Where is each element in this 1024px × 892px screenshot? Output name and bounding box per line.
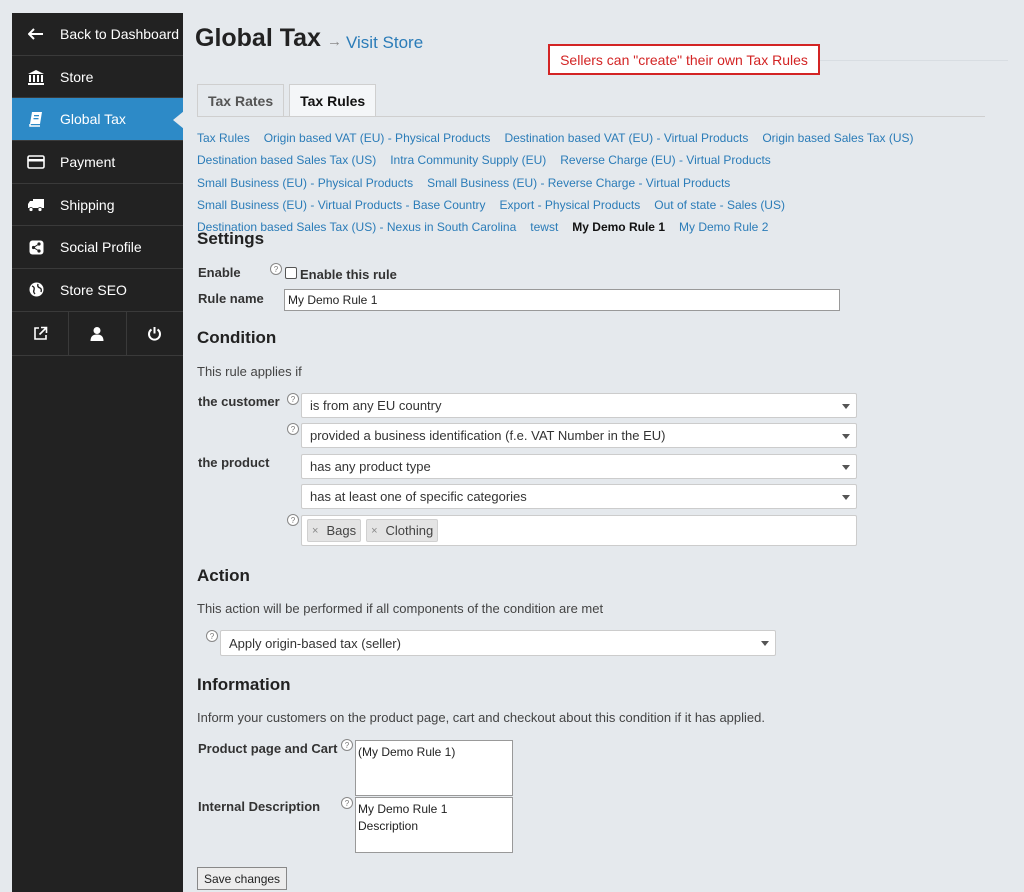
visit-store-link[interactable]: Visit Store	[346, 33, 423, 53]
condition-heading: Condition	[197, 328, 277, 347]
category-tag: × Bags	[307, 519, 362, 542]
rule-link[interactable]: Intra Community Supply (EU)	[390, 149, 546, 171]
rule-link[interactable]: Small Business (EU) - Reverse Charge - V…	[427, 172, 730, 194]
customer-business-id-select[interactable]: provided a business identification (f.e.…	[301, 423, 857, 448]
rule-link[interactable]: Reverse Charge (EU) - Virtual Products	[560, 149, 771, 171]
sidebar-item-store[interactable]: Store	[12, 56, 183, 99]
truck-icon	[12, 198, 60, 212]
sidebar-item-label: Store	[60, 68, 94, 85]
product-page-label: Product page and Cart	[198, 741, 338, 756]
action-select[interactable]: Apply origin-based tax (seller)	[220, 630, 776, 656]
category-tag: × Clothing	[366, 519, 439, 542]
rule-link[interactable]: Origin based Sales Tax (US)	[762, 127, 913, 149]
rule-link[interactable]: Origin based VAT (EU) - Physical Product…	[264, 127, 491, 149]
tag-label: Clothing	[385, 523, 434, 538]
rule-link[interactable]: Destination based Sales Tax (US)	[197, 149, 376, 171]
information-intro: Inform your customers on the product pag…	[197, 710, 765, 725]
sidebar-item-store-seo[interactable]: Store SEO	[12, 269, 183, 312]
internal-description-textarea[interactable]: My Demo Rule 1 Description	[355, 797, 513, 853]
tab-divider	[197, 116, 985, 117]
settings-heading: Settings	[197, 229, 265, 248]
globe-icon	[12, 282, 60, 297]
sidebar-item-payment[interactable]: Payment	[12, 141, 183, 184]
tab-tax-rules[interactable]: Tax Rules	[289, 84, 377, 117]
rule-name-label: Rule name	[198, 291, 264, 306]
remove-tag-icon[interactable]: ×	[312, 525, 318, 537]
book-icon	[12, 111, 60, 127]
action-intro: This action will be performed if all com…	[197, 601, 604, 616]
help-icon[interactable]: ?	[270, 263, 282, 275]
sidebar-item-label: Payment	[60, 153, 116, 170]
sidebar-item-label: Shipping	[60, 196, 115, 213]
rule-link[interactable]: Small Business (EU) - Virtual Products -…	[197, 194, 486, 216]
sidebar-item-label: Back to Dashboard	[60, 25, 180, 42]
tag-label: Bags	[326, 523, 357, 538]
rule-link-current[interactable]: My Demo Rule 1	[572, 216, 665, 238]
customer-country-select[interactable]: is from any EU country	[301, 393, 857, 418]
save-changes-button[interactable]: Save changes	[197, 867, 288, 890]
chevron-down-icon	[842, 433, 850, 439]
help-icon[interactable]: ?	[287, 393, 299, 405]
rule-link[interactable]: Tax Rules	[197, 127, 250, 149]
select-value: has any product type	[310, 459, 431, 474]
chevron-down-icon	[842, 464, 850, 470]
sidebar-item-social-profile[interactable]: Social Profile	[12, 226, 183, 270]
rule-link[interactable]: Out of state - Sales (US)	[654, 194, 785, 216]
select-value: Apply origin-based tax (seller)	[229, 635, 401, 651]
sidebar-item-label: Social Profile	[60, 239, 142, 256]
help-icon[interactable]: ?	[287, 514, 299, 526]
credit-card-icon	[12, 155, 60, 169]
action-heading: Action	[197, 566, 250, 585]
sidebar-item-label: Global Tax	[60, 111, 126, 128]
title-arrow-icon: →	[327, 33, 342, 50]
rule-link[interactable]: tewst	[530, 216, 558, 238]
rule-link[interactable]: Destination based VAT (EU) - Virtual Pro…	[504, 127, 748, 149]
help-icon[interactable]: ?	[287, 423, 299, 435]
external-link-icon[interactable]	[12, 311, 70, 355]
product-label: the product	[198, 455, 270, 470]
category-tags-input[interactable]: × Bags × Clothing	[301, 515, 857, 546]
enable-rule-checkbox[interactable]	[285, 267, 297, 279]
rule-link[interactable]: Small Business (EU) - Physical Products	[197, 172, 413, 194]
chevron-down-icon	[842, 403, 850, 409]
condition-intro: This rule applies if	[197, 364, 302, 379]
rule-links: Tax Rules Origin based VAT (EU) - Physica…	[197, 127, 987, 238]
sidebar-bottom-icons	[12, 311, 183, 356]
select-value: is from any EU country	[310, 398, 442, 413]
select-value: has at least one of specific categories	[310, 489, 527, 504]
help-icon[interactable]: ?	[341, 739, 353, 751]
select-value: provided a business identification (f.e.…	[310, 428, 666, 443]
remove-tag-icon[interactable]: ×	[371, 525, 377, 537]
product-page-textarea[interactable]: (My Demo Rule 1)	[355, 740, 513, 796]
sidebar-item-back-to-dashboard[interactable]: Back to Dashboard	[12, 13, 183, 56]
page-title: Global Tax	[195, 24, 321, 52]
product-type-select[interactable]: has any product type	[301, 454, 857, 479]
enable-checkbox-label: Enable this rule	[300, 267, 397, 282]
share-icon	[12, 240, 60, 255]
sidebar-item-global-tax[interactable]: Global Tax	[12, 98, 184, 142]
help-icon[interactable]: ?	[341, 797, 353, 809]
customer-label: the customer	[198, 394, 280, 409]
information-heading: Information	[197, 675, 291, 694]
sidebar-item-label: Store SEO	[60, 281, 127, 298]
rule-link[interactable]: Export - Physical Products	[500, 194, 641, 216]
bank-icon	[12, 69, 60, 85]
rule-name-input[interactable]: My Demo Rule 1	[284, 289, 840, 311]
sidebar-item-shipping[interactable]: Shipping	[12, 184, 183, 227]
tab-bar: Tax Rates Tax Rules	[197, 84, 377, 117]
help-icon[interactable]: ?	[206, 630, 218, 642]
internal-description-label: Internal Description	[198, 799, 321, 814]
tab-tax-rates[interactable]: Tax Rates	[197, 84, 285, 117]
enable-label: Enable	[198, 265, 241, 280]
notice-callout: Sellers can "create" their own Tax Rules	[548, 44, 820, 75]
rule-link[interactable]: My Demo Rule 2	[679, 216, 768, 238]
header-divider	[820, 60, 1008, 61]
chevron-down-icon	[842, 494, 850, 500]
arrow-left-icon	[12, 28, 60, 40]
chevron-down-icon	[761, 641, 769, 646]
power-icon[interactable]	[127, 312, 183, 355]
product-category-select[interactable]: has at least one of specific categories	[301, 484, 857, 509]
user-icon[interactable]	[69, 311, 127, 355]
sidebar: Back to Dashboard Store Global Tax Payme…	[12, 13, 184, 892]
